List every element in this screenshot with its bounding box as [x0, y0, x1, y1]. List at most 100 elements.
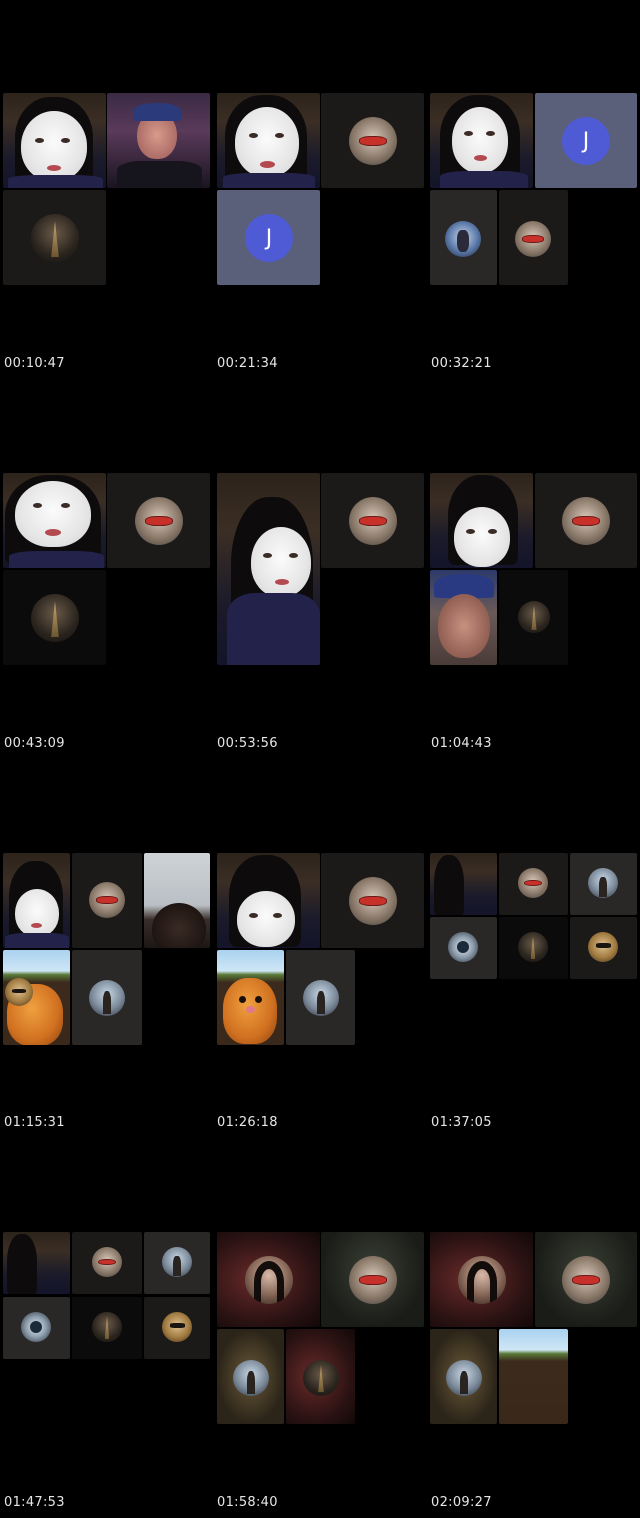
- video-tile-camera-girl[interactable]: [217, 473, 320, 665]
- eye-left: [249, 913, 258, 918]
- shirt: [5, 933, 69, 948]
- head: [152, 903, 206, 948]
- timestamp: 00:10:47: [4, 356, 65, 371]
- mole-eye-left: [239, 996, 246, 1003]
- video-tile-camera-girl[interactable]: [217, 93, 320, 188]
- video-tile-camera-ground[interactable]: [499, 1329, 568, 1424]
- profile-avatar-mono: [21, 1312, 51, 1342]
- video-tile-mole-filter[interactable]: [3, 950, 70, 1045]
- video-tile-avatar[interactable]: [430, 1232, 533, 1327]
- video-tile-avatar[interactable]: [72, 853, 142, 948]
- video-tile-camera-girl[interactable]: [430, 93, 533, 188]
- eye-left: [249, 133, 258, 138]
- shirt: [8, 175, 103, 188]
- video-tile-avatar[interactable]: [321, 1232, 424, 1327]
- video-tile-avatar[interactable]: [499, 917, 568, 979]
- video-tile-camera-boy[interactable]: [107, 93, 210, 188]
- eye-left: [466, 529, 475, 534]
- lips: [260, 161, 275, 168]
- video-tile-avatar[interactable]: [570, 853, 637, 915]
- profile-avatar-sky: [89, 980, 125, 1016]
- video-tile-avatar[interactable]: [3, 570, 106, 665]
- profile-avatar-mono: [448, 932, 478, 962]
- video-tile-avatar[interactable]: [535, 473, 637, 568]
- profile-avatar-gold: [588, 932, 618, 962]
- eye-right: [289, 553, 298, 558]
- video-tile-avatar-letter[interactable]: J: [217, 190, 320, 285]
- timestamp: 01:47:53: [4, 1495, 65, 1510]
- video-tile-avatar-letter[interactable]: J: [535, 93, 637, 188]
- eye-right: [61, 138, 70, 143]
- video-tile-avatar[interactable]: [3, 190, 106, 285]
- video-tile-camera-person[interactable]: [144, 853, 210, 948]
- video-tile-camera-girl[interactable]: [430, 853, 497, 915]
- profile-avatar-glasses: [562, 497, 610, 545]
- video-tile-mole-filter[interactable]: [217, 950, 284, 1045]
- profile-avatar-sky: [303, 980, 339, 1016]
- profile-avatar-glasses: [515, 221, 551, 257]
- video-tile-avatar[interactable]: [72, 950, 142, 1045]
- video-tile-avatar[interactable]: [321, 473, 424, 568]
- video-tile-avatar[interactable]: [570, 917, 637, 979]
- video-tile-camera-girl[interactable]: [3, 1232, 70, 1294]
- video-tile-avatar[interactable]: [144, 1232, 210, 1294]
- face-mask: [251, 527, 311, 597]
- profile-avatar-glasses: [135, 497, 183, 545]
- timestamp: 00:53:56: [217, 736, 278, 751]
- video-tile-avatar[interactable]: [217, 1232, 320, 1327]
- lips: [275, 579, 289, 585]
- hair: [7, 1234, 37, 1294]
- video-tile-avatar[interactable]: [217, 1329, 284, 1424]
- cap: [133, 103, 181, 121]
- profile-avatar-glasses: [349, 117, 397, 165]
- video-tile-camera-girl[interactable]: [3, 853, 70, 948]
- video-tile-camera-girl[interactable]: [3, 93, 106, 188]
- video-tile-avatar[interactable]: [430, 190, 497, 285]
- trumpet-icon: [5, 978, 33, 1006]
- letter-avatar: J: [562, 117, 610, 165]
- video-tile-avatar[interactable]: [286, 950, 355, 1045]
- video-tile-avatar[interactable]: [499, 853, 568, 915]
- timestamp: 01:26:18: [217, 1115, 278, 1130]
- profile-avatar-tower: [31, 214, 79, 262]
- video-tile-avatar[interactable]: [321, 93, 424, 188]
- eye-left: [263, 553, 272, 558]
- shirt: [227, 593, 320, 665]
- timestamp: 00:32:21: [431, 356, 492, 371]
- profile-avatar-tower: [92, 1312, 122, 1342]
- video-tile-avatar[interactable]: [72, 1232, 142, 1294]
- timestamp: 00:21:34: [217, 356, 278, 371]
- video-tile-camera-girl[interactable]: [217, 853, 320, 948]
- video-tile-avatar[interactable]: [430, 917, 497, 979]
- face-mask: [15, 481, 91, 547]
- video-tile-avatar[interactable]: [499, 190, 568, 285]
- video-tile-avatar[interactable]: [72, 1297, 142, 1359]
- video-tile-avatar[interactable]: [535, 1232, 637, 1327]
- profile-avatar-glasses: [92, 1247, 122, 1277]
- letter-avatar: J: [245, 214, 293, 262]
- video-tile-avatar[interactable]: [321, 853, 424, 948]
- eye-right: [488, 529, 497, 534]
- video-tile-avatar[interactable]: [499, 570, 568, 665]
- profile-avatar-glasses: [349, 877, 397, 925]
- video-tile-avatar[interactable]: [286, 1329, 355, 1424]
- profile-avatar-sky: [162, 1247, 192, 1277]
- timestamp: 01:37:05: [431, 1115, 492, 1130]
- mole-nose: [246, 1006, 255, 1013]
- profile-avatar-sky: [233, 1360, 269, 1396]
- profile-avatar-blue: [445, 221, 481, 257]
- lips: [47, 165, 61, 171]
- video-tile-avatar[interactable]: [144, 1297, 210, 1359]
- shirt: [223, 173, 315, 188]
- video-tile-camera-girl[interactable]: [3, 473, 106, 568]
- profile-avatar-glasses: [562, 1256, 610, 1304]
- video-tile-avatar[interactable]: [3, 1297, 70, 1359]
- profile-avatar-sky: [446, 1360, 482, 1396]
- lips: [31, 923, 42, 928]
- video-tile-avatar[interactable]: [430, 1329, 497, 1424]
- timestamp: 00:43:09: [4, 736, 65, 751]
- video-tile-avatar[interactable]: [107, 473, 210, 568]
- video-tile-camera-boy[interactable]: [430, 570, 497, 665]
- video-tile-camera-girl[interactable]: [430, 473, 533, 568]
- profile-avatar-tower: [518, 601, 550, 633]
